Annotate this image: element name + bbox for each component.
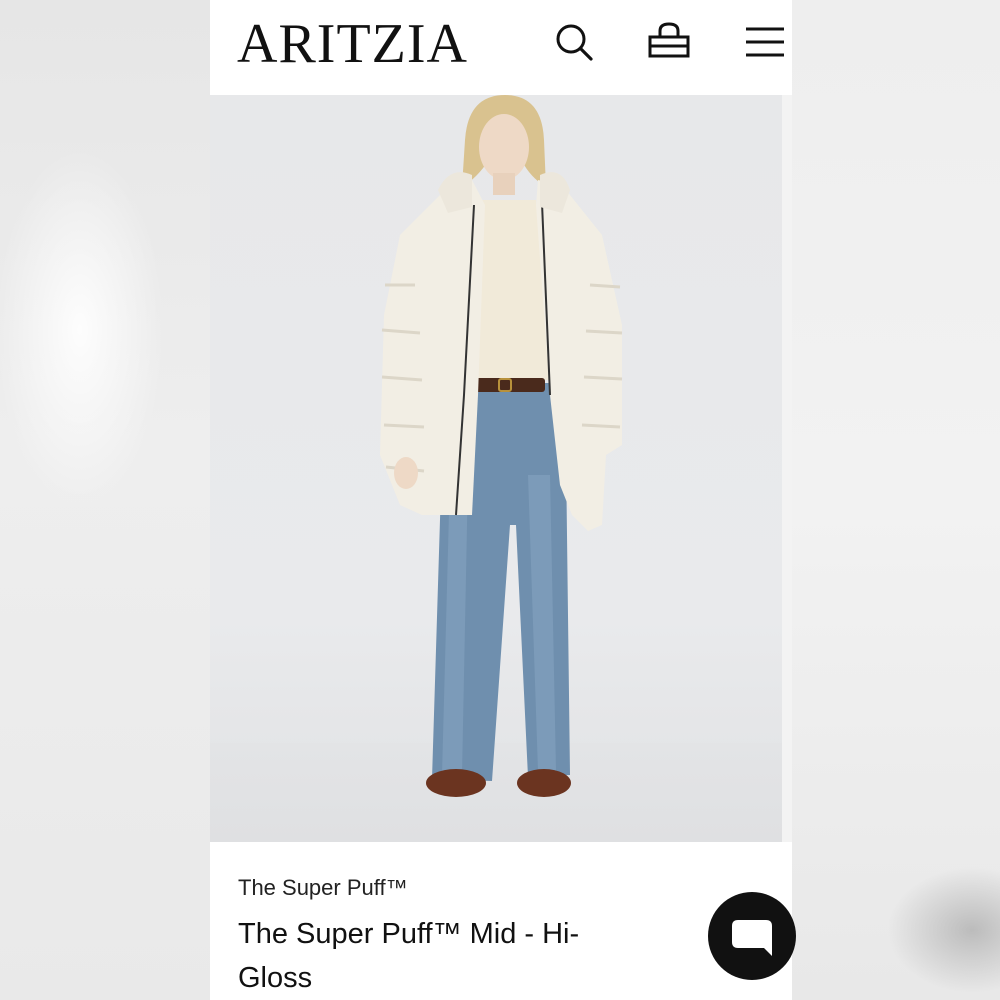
product-image[interactable] <box>210 95 792 842</box>
mobile-page: ARITZIA The Super Puff™ The Super Puff™ … <box>210 0 792 1000</box>
blurred-backdrop-right <box>792 0 1000 1000</box>
collection-name[interactable]: The Super Puff™ <box>238 875 408 901</box>
product-info: The Super Puff™ The Super Puff™ Mid - Hi… <box>210 842 792 1000</box>
model-illustration <box>380 95 623 797</box>
site-header: ARITZIA <box>210 0 792 95</box>
chat-button[interactable] <box>708 892 796 980</box>
shopping-bag-button[interactable] <box>647 20 691 64</box>
product-title[interactable]: The Super Puff™ Mid - Hi-Gloss <box>238 912 598 1000</box>
search-icon <box>556 24 593 61</box>
blurred-backdrop-left <box>0 0 210 1000</box>
shopping-bag-icon <box>648 22 690 58</box>
chat-bubble-icon <box>732 920 772 956</box>
aritzia-logo[interactable]: ARITZIA <box>237 14 468 74</box>
hamburger-menu-icon <box>746 27 784 57</box>
search-button[interactable] <box>552 20 596 64</box>
menu-button[interactable] <box>743 20 787 64</box>
